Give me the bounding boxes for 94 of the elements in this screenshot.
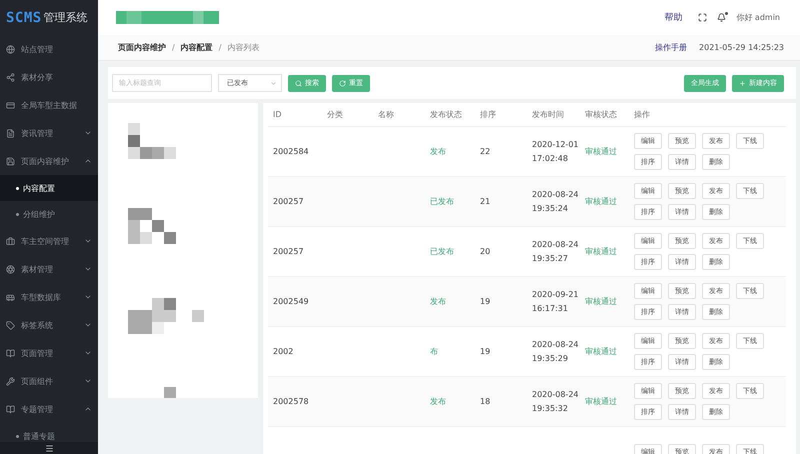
document-icon: [6, 128, 15, 138]
publish-time: 2020-08-24 19:35:29: [532, 338, 580, 364]
submenu-item[interactable]: 普通专题: [0, 423, 98, 442]
id-cell-text: 2002549: [273, 297, 310, 306]
aperture-icon: [6, 264, 15, 274]
order-cell-text: 19: [480, 297, 492, 306]
tools-icon: [6, 376, 15, 386]
bullet-icon: [16, 186, 19, 190]
publish-time: 2020-08-24 19:35:32: [532, 388, 580, 414]
publish-status: 发布: [430, 396, 447, 407]
sidebar-item[interactable]: 车型数据库: [0, 283, 98, 311]
search-icon: [295, 80, 302, 86]
column-header: 审核状态: [585, 109, 618, 120]
pixelated-block: [164, 387, 176, 398]
publish-status: 发布: [430, 146, 447, 157]
submenu-item[interactable]: 分组维护: [0, 201, 98, 227]
datetime-text: 2021-05-29 14:25:23: [699, 43, 784, 52]
publish-status: 发布: [430, 296, 447, 307]
id-cell-text: 200257: [273, 197, 305, 206]
pixelated-block: [164, 232, 176, 244]
sidebar-item[interactable]: 专题管理: [0, 395, 98, 423]
column-header: 操作: [634, 109, 651, 120]
review-status: 审核通过: [585, 346, 618, 357]
sidebar-item[interactable]: 标签系统: [0, 311, 98, 339]
pixelated-block: [140, 147, 152, 159]
sidebar-item[interactable]: 资讯管理: [0, 119, 98, 147]
pixelated-block: [164, 147, 176, 159]
publish-status: 已发布: [430, 246, 455, 257]
pixelated-block: [128, 123, 140, 135]
briefcase-icon: [6, 236, 15, 246]
column-header: 分类: [327, 109, 344, 120]
publish-status: 已发布: [430, 196, 455, 207]
tag-icon: [6, 320, 15, 330]
review-status: 审核通过: [585, 396, 618, 407]
pixelated-block: [128, 147, 140, 159]
order-cell-text: 20: [480, 247, 492, 256]
breadcrumb-separator: /: [172, 43, 175, 52]
id-cell-text: 2002578: [273, 397, 310, 406]
sidebar-item[interactable]: 页面组件: [0, 367, 98, 395]
sidebar-item[interactable]: 素材分享: [0, 63, 98, 91]
order-cell-text: 18: [480, 397, 492, 406]
user-greeting[interactable]: 你好 admin: [736, 12, 780, 23]
publish-time: 2020-12-01 17:02:48: [532, 138, 580, 164]
card-icon: [6, 100, 15, 110]
logo-title: 管理系统: [44, 10, 88, 25]
id-cell-text: 2002: [273, 347, 294, 356]
id-cell-text: 200257: [273, 247, 305, 256]
breadcrumb-separator: /: [218, 43, 222, 52]
column-header: ID: [273, 110, 283, 119]
id-cell-text: 2002584: [273, 147, 310, 156]
publish-time: 2020-08-24 19:35:27: [532, 238, 580, 264]
column-header: 发布时间: [532, 109, 565, 120]
submenu-item[interactable]: 内容配置: [0, 175, 98, 201]
bullet-icon: [16, 212, 19, 216]
book-icon: [6, 404, 15, 414]
bell-icon[interactable]: [717, 13, 726, 22]
column-header: 排序: [480, 109, 497, 120]
column-header: 名称: [378, 109, 395, 120]
help-link[interactable]: 帮助: [664, 11, 682, 24]
refresh-icon: [339, 80, 346, 86]
sidebar-item[interactable]: 全局车型主数据: [0, 91, 98, 119]
sidebar-item[interactable]: 素材管理: [0, 255, 98, 283]
publish-time: 2020-09-21 16:17:31: [532, 288, 580, 314]
review-status: 审核通过: [585, 246, 618, 257]
sidebar-item[interactable]: 页面内容维护: [0, 147, 98, 175]
breadcrumb-item: 内容列表: [227, 42, 260, 53]
sidebar-item[interactable]: 车主空间管理: [0, 227, 98, 255]
publish-time: 2020-08-24 19:35:24: [532, 188, 580, 214]
order-cell-text: 22: [480, 147, 492, 156]
menu-icon[interactable]: [44, 444, 54, 452]
column-header: 发布状态: [430, 109, 463, 120]
pixelated-block: [128, 135, 140, 147]
chevron-icon: [270, 80, 277, 86]
plus-icon: [739, 80, 746, 86]
review-status: 审核通过: [585, 196, 618, 207]
sidebar-item[interactable]: 页面管理: [0, 339, 98, 367]
share-icon: [6, 72, 15, 82]
bus-icon: [6, 292, 15, 302]
breadcrumb-item[interactable]: 页面内容维护: [118, 42, 166, 53]
manual-link[interactable]: 操作手册: [655, 42, 688, 53]
order-cell-text: 21: [480, 197, 492, 206]
publish-status: 布: [430, 346, 439, 357]
pixelated-block: [152, 147, 164, 159]
book-icon: [6, 348, 15, 358]
breadcrumb-item[interactable]: 内容配置: [180, 42, 213, 53]
globe-icon: [6, 44, 15, 54]
order-cell-text: 19: [480, 347, 492, 356]
pixelated-block: [192, 310, 204, 322]
review-status: 审核通过: [585, 146, 618, 157]
fullscreen-icon[interactable]: [698, 13, 708, 22]
sidebar-item[interactable]: 站点管理: [0, 35, 98, 63]
logo-mark: SCMS: [6, 10, 42, 26]
bullet-icon: [16, 434, 19, 438]
review-status: 审核通过: [585, 296, 618, 307]
